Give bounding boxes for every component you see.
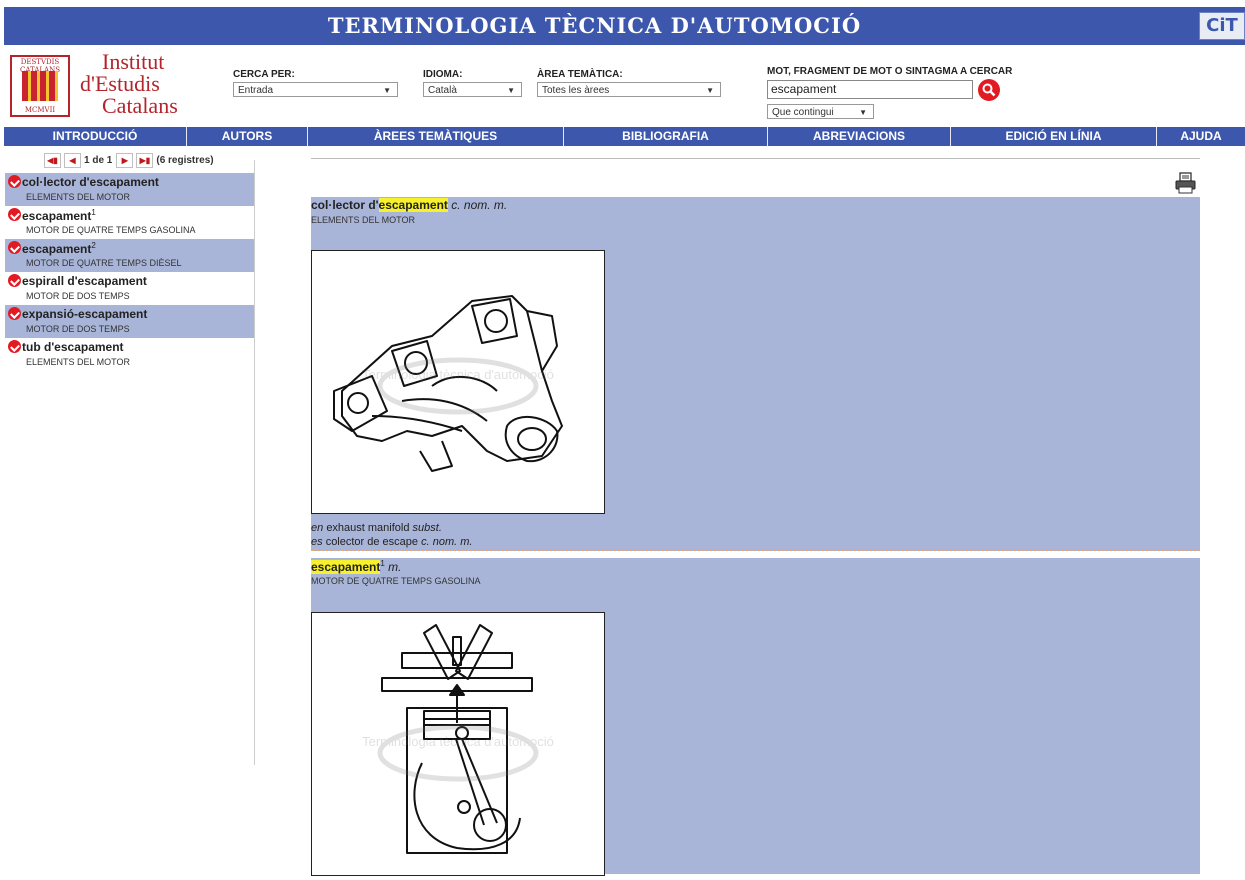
nav-abreviacions[interactable]: ABREVIACIONS xyxy=(768,127,951,146)
page-title: TERMINOLOGIA TÈCNICA D'AUTOMOCIÓ xyxy=(327,13,862,38)
search-icon xyxy=(982,83,996,97)
cerca-per-label: CERCA PER: xyxy=(233,69,295,80)
entry-heading: escapament1 m. xyxy=(311,559,402,574)
entry-illustration: Terminologia tècnica d'automoció xyxy=(311,612,605,876)
result-item[interactable]: tub d'escapament ELEMENTS DEL MOTOR xyxy=(5,338,254,371)
entry-area: ELEMENTS DEL MOTOR xyxy=(311,215,416,225)
area-tematica-label: ÀREA TEMÀTICA: xyxy=(537,69,623,80)
entry-icon xyxy=(8,340,21,353)
search-button[interactable] xyxy=(978,79,1000,101)
nav-ajuda[interactable]: AJUDA xyxy=(1157,127,1245,146)
watermark-text: Terminologia tècnica d'automoció xyxy=(362,367,554,382)
entry-icon xyxy=(8,274,21,287)
iec-logo[interactable]: DESTVDIS CATALANS MCMVII Institut d'Estu… xyxy=(8,49,198,123)
search-term-label: MOT, FRAGMENT DE MOT O SINTAGMA A CERCAR xyxy=(767,66,1013,77)
iec-logo-text: Institut d'Estudis Catalans xyxy=(80,49,178,118)
iec-shield-icon: DESTVDIS CATALANS MCMVII xyxy=(10,55,70,117)
title-bar: TERMINOLOGIA TÈCNICA D'AUTOMOCIÓ CiT xyxy=(4,7,1245,45)
chevron-down-icon: ▼ xyxy=(507,86,515,95)
entry-icon xyxy=(8,175,21,188)
content-divider xyxy=(311,158,1200,159)
chevron-down-icon: ▼ xyxy=(706,86,714,95)
cit-logo[interactable]: CiT xyxy=(1199,12,1245,40)
record-count: (6 registres) xyxy=(156,155,214,166)
entry-card: col·lector d'escapament c. nom. m. ELEME… xyxy=(311,197,1200,551)
prev-page-icon[interactable]: ◀ xyxy=(64,153,81,168)
print-icon[interactable] xyxy=(1175,172,1197,194)
engine-cylinder-image: Terminologia tècnica d'automoció xyxy=(362,624,554,854)
nav-introduccio[interactable]: INTRODUCCIÓ xyxy=(4,127,187,146)
idioma-select[interactable]: Català ▼ xyxy=(423,82,522,97)
idioma-label: IDIOMA: xyxy=(423,69,463,80)
chevron-down-icon: ▼ xyxy=(383,86,391,95)
match-mode-select[interactable]: Que contingui ▼ xyxy=(767,104,874,119)
nav-bibliografia[interactable]: BIBLIOGRAFIA xyxy=(564,127,768,146)
area-tematica-select[interactable]: Totes les àrees ▼ xyxy=(537,82,721,97)
watermark-text: Terminologia tècnica d'automoció xyxy=(362,734,554,749)
nav-autors[interactable]: AUTORS xyxy=(187,127,308,146)
entry-heading: col·lector d'escapament c. nom. m. xyxy=(311,198,508,212)
first-page-icon[interactable]: ◀▮ xyxy=(44,153,61,168)
nav-arees-tematiques[interactable]: ÀREES TEMÀTIQUES xyxy=(308,127,564,146)
panel-divider xyxy=(254,160,255,765)
main-nav: INTRODUCCIÓ AUTORS ÀREES TEMÀTIQUES BIBL… xyxy=(4,127,1245,146)
equivalent-en: en exhaust manifold subst. xyxy=(311,522,442,534)
result-item[interactable]: escapament1 MOTOR DE QUATRE TEMPS GASOLI… xyxy=(5,206,254,239)
search-input[interactable]: escapament xyxy=(767,80,973,99)
result-item[interactable]: col·lector d'escapament ELEMENTS DEL MOT… xyxy=(5,173,254,206)
result-item[interactable]: expansió-escapament MOTOR DE DOS TEMPS xyxy=(5,305,254,338)
entry-icon xyxy=(8,307,21,320)
chevron-down-icon: ▼ xyxy=(859,108,867,117)
nav-edicio-en-linia[interactable]: EDICIÓ EN LÍNIA xyxy=(951,127,1157,146)
exhaust-manifold-image: Terminologia tècnica d'automoció xyxy=(333,295,563,472)
page-indicator: 1 de 1 xyxy=(84,155,113,166)
equivalent-es: es colector de escape c. nom. m. xyxy=(311,536,473,548)
results-list: col·lector d'escapament ELEMENTS DEL MOT… xyxy=(5,173,254,371)
last-page-icon[interactable]: ▶▮ xyxy=(136,153,154,168)
entry-icon xyxy=(8,208,21,221)
next-page-icon[interactable]: ▶ xyxy=(116,153,134,168)
result-item[interactable]: escapament2 MOTOR DE QUATRE TEMPS DIÈSEL xyxy=(5,239,254,272)
result-item[interactable]: espirall d'escapament MOTOR DE DOS TEMPS xyxy=(5,272,254,305)
entry-icon xyxy=(8,241,21,254)
entry-area: MOTOR DE QUATRE TEMPS GASOLINA xyxy=(311,576,481,586)
cerca-per-select[interactable]: Entrada ▼ xyxy=(233,82,398,97)
entry-illustration: Terminologia tècnica d'automoció xyxy=(311,250,605,514)
pager: ◀▮ ◀ 1 de 1 ▶ ▶▮ (6 registres) xyxy=(44,153,218,168)
entry-card: escapament1 m. MOTOR DE QUATRE TEMPS GAS… xyxy=(311,558,1200,876)
